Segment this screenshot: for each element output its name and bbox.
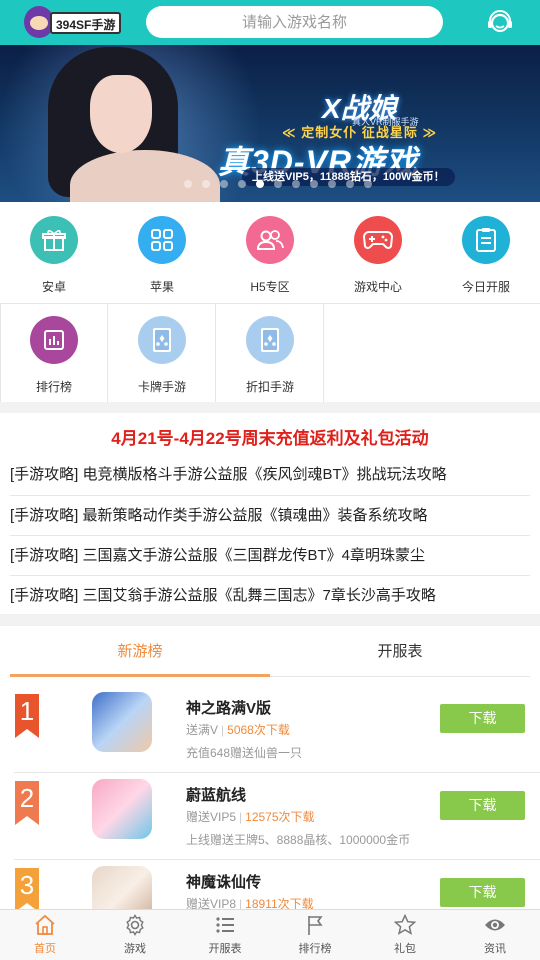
download-button[interactable]: 下载 xyxy=(440,791,525,820)
carousel-dot[interactable] xyxy=(310,180,318,188)
active-tab-indicator xyxy=(10,674,270,677)
nav-label: 首页 xyxy=(34,943,56,955)
category-game-center[interactable]: 游戏中心 xyxy=(324,202,432,301)
category-today-servers[interactable]: 今日开服 xyxy=(432,202,540,301)
game-row[interactable]: 1 神之路满V版 送满V | 5068次下载 充值648赠送仙兽一只 下载 xyxy=(0,686,540,773)
carousel-dot[interactable] xyxy=(292,180,300,188)
grid-icon xyxy=(138,216,186,264)
carousel-dot[interactable] xyxy=(328,180,336,188)
nav-label: 游戏 xyxy=(124,943,146,955)
promo-banner[interactable]: X战娘 真人VR制服手游 ≪ 定制女仆 征战星际 ≫ 真3D-VR游戏 上线送V… xyxy=(0,45,540,202)
star-icon xyxy=(394,914,416,935)
bottom-nav: 首页 游戏 开服表 排行榜 礼包 资讯 xyxy=(0,909,540,960)
rank-ribbon xyxy=(15,781,39,825)
category-discount-games[interactable]: 折扣手游 xyxy=(216,302,324,401)
news-headline[interactable]: 4月21号-4月22号周末充值返利及礼包活动 xyxy=(0,424,540,449)
nav-label: 资讯 xyxy=(484,943,506,955)
game-name[interactable]: 神之路满V版 xyxy=(186,697,271,718)
gamepad-icon xyxy=(354,216,402,264)
flag-icon xyxy=(308,916,323,935)
category-apple[interactable]: 苹果 xyxy=(108,202,216,301)
list-icon xyxy=(216,917,234,933)
customer-service-icon[interactable] xyxy=(486,9,514,37)
carousel-dot[interactable] xyxy=(202,180,210,188)
game-desc: 上线赠送王牌5、8888晶核、1000000金币 xyxy=(186,833,411,847)
search-input[interactable] xyxy=(146,6,443,38)
category-label: H5专区 xyxy=(250,280,290,294)
carousel-dot[interactable] xyxy=(256,180,264,188)
bar-chart-icon xyxy=(30,316,78,364)
rank-ribbon xyxy=(15,694,39,738)
top-header: 394SF手游 xyxy=(0,0,540,45)
nav-news[interactable]: 资讯 xyxy=(450,910,540,960)
nav-home[interactable]: 首页 xyxy=(0,910,90,960)
news-item[interactable]: [手游攻略] 电竞横版格斗手游公益服《疾风剑魂BT》挑战玩法攻略 xyxy=(10,455,530,495)
rank-ribbon xyxy=(15,868,39,910)
nav-gifts[interactable]: 礼包 xyxy=(360,910,450,960)
game-desc: 充值648赠送仙兽一只 xyxy=(186,746,303,760)
tab-server-schedule[interactable]: 开服表 xyxy=(270,640,530,661)
news-section: 4月21号-4月22号周末充值返利及礼包活动 [手游攻略] 电竞横版格斗手游公益… xyxy=(0,413,540,614)
game-name[interactable]: 蔚蓝航线 xyxy=(186,784,246,805)
game-icon[interactable] xyxy=(92,866,152,910)
site-logo[interactable]: 394SF手游 xyxy=(24,6,122,38)
card-icon xyxy=(138,316,186,364)
game-icon[interactable] xyxy=(92,692,152,752)
nav-games[interactable]: 游戏 xyxy=(90,910,180,960)
game-icon[interactable] xyxy=(92,779,152,839)
category-label: 游戏中心 xyxy=(353,280,402,294)
carousel-dot[interactable] xyxy=(238,180,246,188)
category-android[interactable]: 安卓 xyxy=(0,202,108,301)
news-item[interactable]: [手游攻略] 最新策略动作类手游公益服《镇魂曲》装备系统攻略 xyxy=(10,495,530,535)
nav-server-list[interactable]: 开服表 xyxy=(180,910,270,960)
category-grid: 安卓 苹果 H5专区 游戏中心 今日开服 排行榜 卡牌手游 折扣手游 xyxy=(0,202,540,402)
category-label: 折扣手游 xyxy=(245,380,294,394)
nav-label: 礼包 xyxy=(394,943,416,955)
category-ranking[interactable]: 排行榜 xyxy=(0,302,108,401)
users-icon xyxy=(246,216,294,264)
carousel-dot[interactable] xyxy=(220,180,228,188)
clipboard-icon xyxy=(462,216,510,264)
download-count: 12575次下载 xyxy=(245,810,315,824)
game-name[interactable]: 神魔诛仙传 xyxy=(186,871,261,892)
card-icon xyxy=(246,316,294,364)
game-tag: 赠送VIP5 xyxy=(186,810,237,824)
logo-text: 394SF手游 xyxy=(50,12,122,34)
tab-new-games[interactable]: 新游榜 xyxy=(10,640,270,661)
home-icon xyxy=(35,914,55,935)
settings-icon xyxy=(126,914,144,936)
category-label: 卡牌手游 xyxy=(137,380,186,394)
game-row[interactable]: 2 蔚蓝航线 赠送VIP5 | 12575次下载 上线赠送王牌5、8888晶核、10… xyxy=(0,773,540,860)
category-h5[interactable]: H5专区 xyxy=(216,202,324,301)
game-meta: 赠送VIP5 | 12575次下载 xyxy=(186,810,315,824)
download-count: 5068次下载 xyxy=(227,723,290,737)
category-label: 安卓 xyxy=(41,280,66,294)
download-button[interactable]: 下载 xyxy=(440,704,525,733)
carousel-dot[interactable] xyxy=(274,180,282,188)
game-row[interactable]: 3 神魔诛仙传 赠送VIP8 | 18911次下载 下载 xyxy=(0,860,540,910)
news-item[interactable]: [手游攻略] 三国嘉文手游公益服《三国群龙传BT》4章明珠蒙尘 xyxy=(10,535,530,575)
category-label: 今日开服 xyxy=(461,280,510,294)
category-label: 排行榜 xyxy=(35,380,72,394)
nav-ranking[interactable]: 排行榜 xyxy=(270,910,360,960)
carousel-indicator[interactable] xyxy=(184,180,372,188)
nav-label: 开服表 xyxy=(208,943,242,955)
game-tag: 送满V xyxy=(186,723,219,737)
news-item[interactable]: [手游攻略] 三国艾翁手游公益服《乱舞三国志》7章长沙高手攻略 xyxy=(10,575,530,615)
eye-icon xyxy=(485,919,505,931)
game-meta: 送满V | 5068次下载 xyxy=(186,723,290,737)
nav-label: 排行榜 xyxy=(298,943,332,955)
category-label: 苹果 xyxy=(149,280,174,294)
carousel-dot[interactable] xyxy=(364,180,372,188)
gift-icon xyxy=(30,216,78,264)
ranking-section: 新游榜 开服表 1 神之路满V版 送满V | 5068次下载 充值648赠送仙兽一只… xyxy=(0,626,540,910)
category-card-games[interactable]: 卡牌手游 xyxy=(108,302,216,401)
download-button[interactable]: 下载 xyxy=(440,878,525,907)
carousel-dot[interactable] xyxy=(346,180,354,188)
game-meta: 赠送VIP8 | 18911次下载 xyxy=(186,897,314,910)
carousel-dot[interactable] xyxy=(184,180,192,188)
